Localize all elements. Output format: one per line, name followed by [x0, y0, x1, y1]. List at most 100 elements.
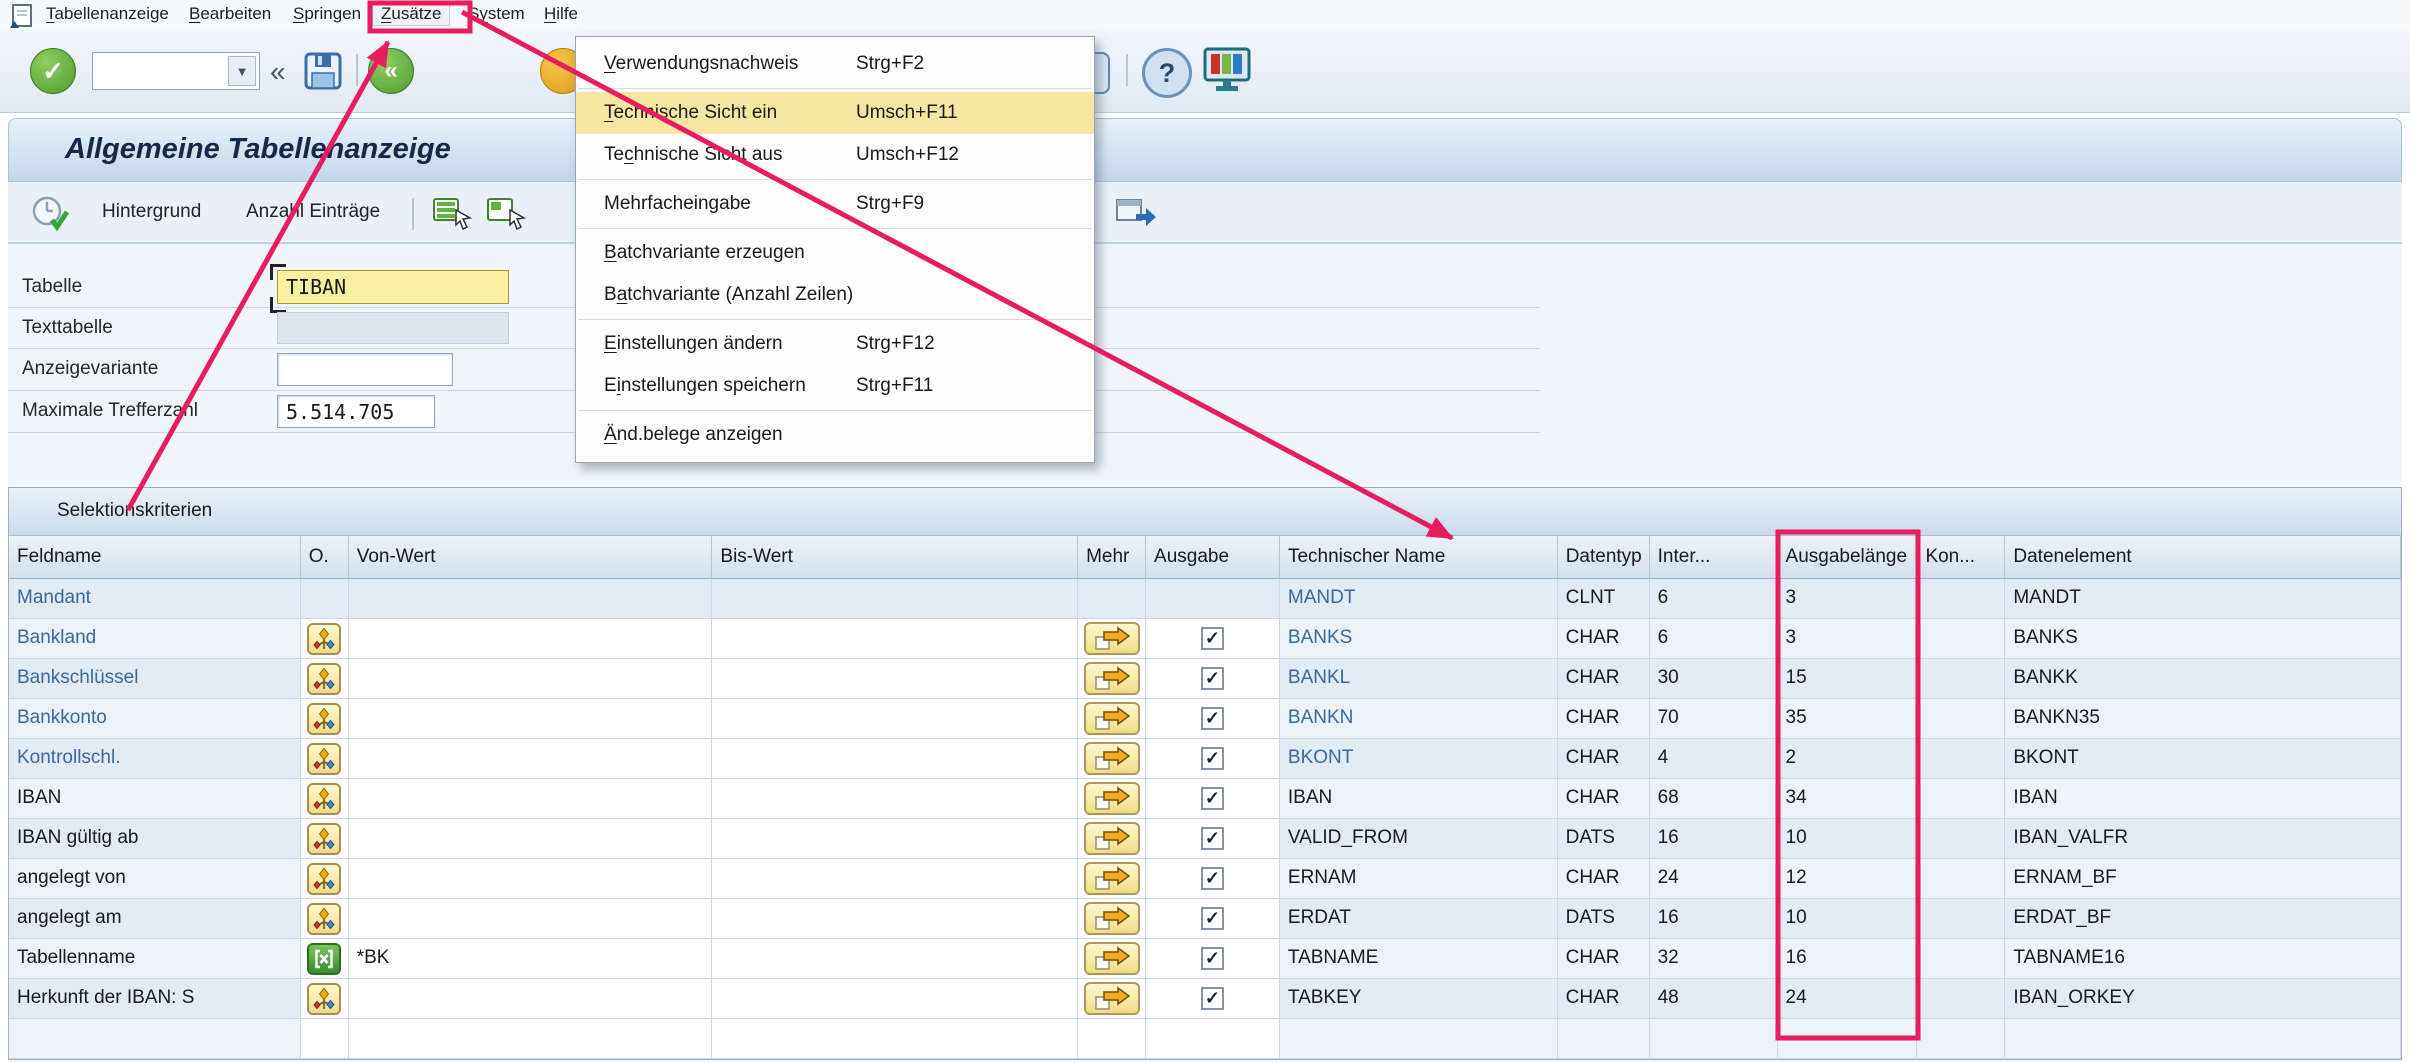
- select-entries-icon[interactable]: [432, 194, 474, 235]
- cell-bis-wert[interactable]: [712, 939, 1078, 979]
- menu-item-mehrfacheingabe[interactable]: MehrfacheingabeStrg+F9: [576, 183, 1094, 225]
- new-window-icon[interactable]: [1114, 194, 1160, 237]
- cell-bis-wert[interactable]: [712, 579, 1078, 619]
- selection-options-icon[interactable]: [307, 623, 341, 655]
- cell-bis-wert[interactable]: [712, 859, 1078, 899]
- multiple-selection-button[interactable]: [1084, 822, 1140, 855]
- collapse-icon[interactable]: «: [270, 56, 286, 88]
- ausgabe-checkbox[interactable]: ✓: [1201, 747, 1224, 770]
- cell-bis-wert[interactable]: [712, 819, 1078, 859]
- menu-item-technische-sicht-ein[interactable]: Technische Sicht einUmsch+F11: [576, 92, 1094, 134]
- cell-technischer-name[interactable]: ERNAM: [1280, 859, 1558, 899]
- multiple-selection-button[interactable]: [1084, 622, 1140, 655]
- cell-feldname[interactable]: IBAN gültig ab: [9, 819, 301, 859]
- cell-bis-wert[interactable]: [712, 979, 1078, 1019]
- cell-bis-wert[interactable]: [712, 699, 1078, 739]
- cell-von-wert[interactable]: [349, 899, 713, 939]
- column-header-mehr[interactable]: Mehr: [1078, 536, 1146, 579]
- ausgabe-checkbox[interactable]: ✓: [1201, 787, 1224, 810]
- ausgabe-checkbox[interactable]: ✓: [1201, 827, 1224, 850]
- chevron-down-icon[interactable]: ▼: [228, 56, 256, 86]
- menubar-item-hilfe[interactable]: Hilfe: [544, 4, 578, 24]
- column-header-o[interactable]: O.: [301, 536, 349, 579]
- multiple-selection-button[interactable]: [1084, 902, 1140, 935]
- select-fields-icon[interactable]: [486, 194, 528, 235]
- ausgabe-checkbox[interactable]: ✓: [1201, 907, 1224, 930]
- selection-options-icon[interactable]: [307, 703, 341, 735]
- cell-technischer-name[interactable]: BKONT: [1280, 739, 1558, 779]
- ausgabe-checkbox[interactable]: ✓: [1201, 987, 1224, 1010]
- menu-item-einstellungen--ndern[interactable]: Einstellungen ändernStrg+F12: [576, 323, 1094, 365]
- cell-technischer-name[interactable]: VALID_FROM: [1280, 819, 1558, 859]
- ausgabe-checkbox[interactable]: ✓: [1201, 627, 1224, 650]
- ausgabe-checkbox[interactable]: ✓: [1201, 667, 1224, 690]
- cell-technischer-name[interactable]: BANKL: [1280, 659, 1558, 699]
- column-header-technischername[interactable]: Technischer Name: [1280, 536, 1558, 579]
- selection-options-icon[interactable]: [307, 903, 341, 935]
- multiple-selection-button[interactable]: [1084, 942, 1140, 975]
- cell-von-wert[interactable]: [349, 619, 713, 659]
- multiple-selection-button[interactable]: [1084, 742, 1140, 775]
- menubar-item-bearbeiten[interactable]: Bearbeiten: [189, 4, 271, 24]
- execute-icon[interactable]: [30, 194, 76, 239]
- column-header-datenelement[interactable]: Datenelement: [2005, 536, 2401, 579]
- back-icon[interactable]: «: [368, 48, 414, 94]
- menu-item--nd-belege-anzeigen[interactable]: Änd.belege anzeigen: [576, 414, 1094, 456]
- cell-feldname[interactable]: Bankland: [9, 619, 301, 659]
- column-header-vonwert[interactable]: Von-Wert: [349, 536, 713, 579]
- column-header-kon[interactable]: Kon...: [1917, 536, 2005, 579]
- menu-item-verwendungsnachweis[interactable]: VerwendungsnachweisStrg+F2: [576, 43, 1094, 85]
- menu-item-batchvariante-erzeugen[interactable]: Batchvariante erzeugen: [576, 232, 1094, 274]
- menubar-item-zustze[interactable]: Zusätze: [372, 2, 450, 26]
- cell-von-wert[interactable]: [349, 779, 713, 819]
- cell-feldname[interactable]: Herkunft der IBAN: S: [9, 979, 301, 1019]
- selection-options-icon[interactable]: [307, 663, 341, 695]
- menubar-item-springen[interactable]: Springen: [293, 4, 361, 24]
- layout-icon[interactable]: [1202, 46, 1252, 99]
- enter-icon[interactable]: ✓: [30, 48, 76, 94]
- menubar-item-system[interactable]: System: [468, 4, 525, 24]
- contains-pattern-icon[interactable]: [307, 943, 341, 975]
- anzeigevariante-field[interactable]: [277, 353, 453, 386]
- cell-feldname[interactable]: Tabellenname: [9, 939, 301, 979]
- save-icon[interactable]: [302, 50, 344, 97]
- column-header-ausgabe[interactable]: Ausgabe: [1146, 536, 1280, 579]
- cell-feldname[interactable]: angelegt von: [9, 859, 301, 899]
- cell-von-wert[interactable]: [349, 859, 713, 899]
- ausgabe-checkbox[interactable]: ✓: [1201, 707, 1224, 730]
- cell-technischer-name[interactable]: IBAN: [1280, 779, 1558, 819]
- cell-von-wert[interactable]: *BK: [349, 939, 713, 979]
- maximale-trefferzahl-field[interactable]: 5.514.705: [277, 395, 435, 428]
- multiple-selection-button[interactable]: [1084, 662, 1140, 695]
- menu-item-batchvariante--anzahl-zeilen-[interactable]: Batchvariante (Anzahl Zeilen): [576, 274, 1094, 316]
- cell-feldname[interactable]: IBAN: [9, 779, 301, 819]
- hintergrund-button[interactable]: Hintergrund: [92, 196, 211, 228]
- cell-technischer-name[interactable]: BANKS: [1280, 619, 1558, 659]
- command-field[interactable]: ▼: [92, 52, 260, 90]
- cell-von-wert[interactable]: [349, 659, 713, 699]
- multiple-selection-button[interactable]: [1084, 702, 1140, 735]
- cell-bis-wert[interactable]: [712, 899, 1078, 939]
- cell-feldname[interactable]: Bankschlüssel: [9, 659, 301, 699]
- column-header-biswert[interactable]: Bis-Wert: [712, 536, 1078, 579]
- cell-bis-wert[interactable]: [712, 739, 1078, 779]
- selection-options-icon[interactable]: [307, 743, 341, 775]
- selection-options-icon[interactable]: [307, 983, 341, 1015]
- selection-options-icon[interactable]: [307, 823, 341, 855]
- cell-feldname[interactable]: angelegt am: [9, 899, 301, 939]
- cell-technischer-name[interactable]: ERDAT: [1280, 899, 1558, 939]
- selection-options-icon[interactable]: [307, 783, 341, 815]
- cell-von-wert[interactable]: [349, 579, 713, 619]
- cell-feldname[interactable]: Mandant: [9, 579, 301, 619]
- tabelle-field[interactable]: TIBAN: [277, 270, 509, 304]
- help-icon[interactable]: ?: [1142, 48, 1192, 98]
- cell-von-wert[interactable]: [349, 819, 713, 859]
- cell-feldname[interactable]: Kontrollschl.: [9, 739, 301, 779]
- cell-technischer-name[interactable]: TABNAME: [1280, 939, 1558, 979]
- cell-von-wert[interactable]: [349, 979, 713, 1019]
- anzahl-eintraege-button[interactable]: Anzahl Einträge: [236, 196, 390, 228]
- cell-bis-wert[interactable]: [712, 619, 1078, 659]
- ausgabe-checkbox[interactable]: ✓: [1201, 947, 1224, 970]
- menu-item-technische-sicht-aus[interactable]: Technische Sicht ausUmsch+F12: [576, 134, 1094, 176]
- cell-technischer-name[interactable]: TABKEY: [1280, 979, 1558, 1019]
